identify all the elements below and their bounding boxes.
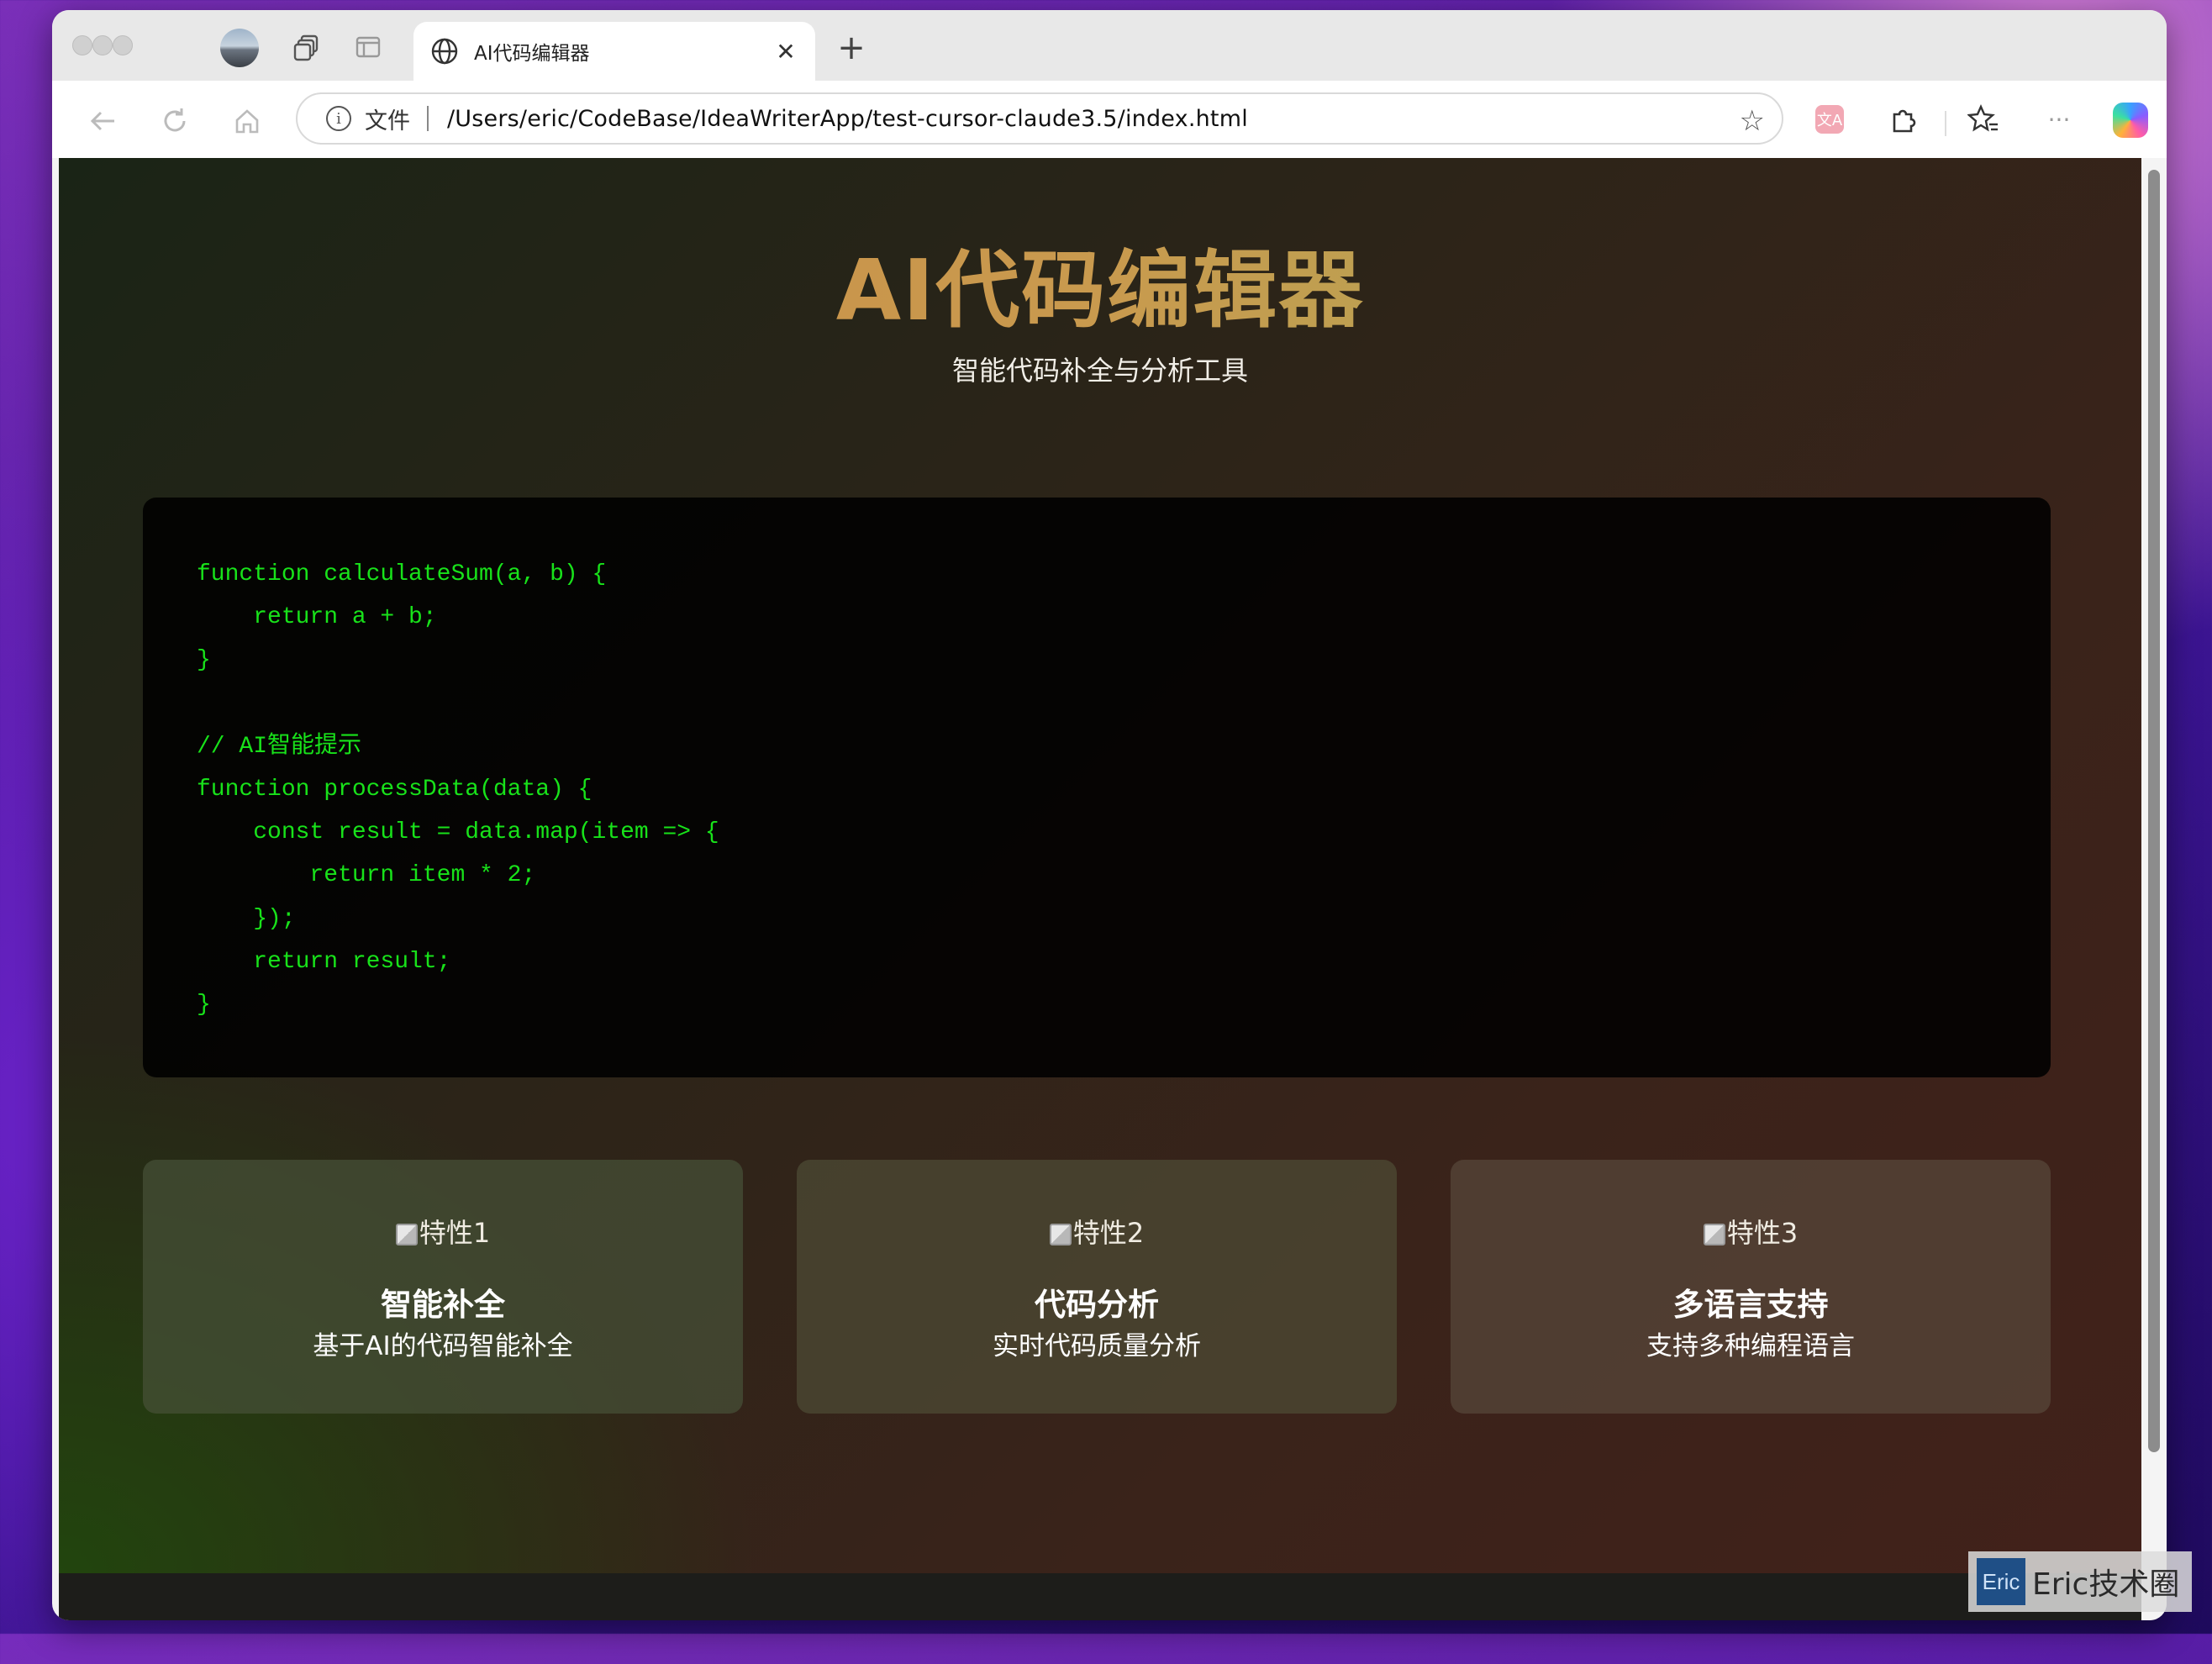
code-line: }); — [197, 905, 296, 932]
code-block: function calculateSum(a, b) { return a +… — [197, 553, 719, 1026]
info-icon[interactable]: i — [326, 106, 351, 131]
watermark: Eric Eric技术圈 — [1968, 1551, 2192, 1612]
toolbar-divider — [1945, 111, 1946, 136]
url-text[interactable]: /Users/eric/CodeBase/IdeaWriterApp/test-… — [447, 106, 1248, 132]
home-icon[interactable] — [227, 101, 267, 141]
tab-active[interactable]: AI代码编辑器 ✕ — [413, 22, 815, 81]
feature-description: 基于AI的代码智能补全 — [313, 1331, 573, 1361]
feature-card-completion: 特性1 智能补全 基于AI的代码智能补全 — [143, 1160, 743, 1414]
feature-image-alt: 特性1 — [419, 1217, 491, 1249]
feature-card-analysis: 特性2 代码分析 实时代码质量分析 — [797, 1160, 1397, 1414]
code-line: const result = data.map(item => { — [197, 819, 719, 846]
feature-image: 特性2 — [797, 1212, 1397, 1251]
feature-image: 特性1 — [143, 1212, 743, 1251]
code-line: function processData(data) { — [197, 776, 592, 803]
scrollbar-thumb[interactable] — [2148, 170, 2160, 1452]
code-line: // AI智能提示 — [197, 733, 362, 760]
new-tab-button[interactable]: + — [832, 29, 871, 67]
broken-image-icon — [395, 1224, 418, 1245]
close-window-button[interactable] — [72, 35, 92, 55]
page-footer-bar — [59, 1573, 2141, 1620]
refresh-icon[interactable] — [155, 101, 195, 141]
feature-card-languages: 特性3 多语言支持 支持多种编程语言 — [1451, 1160, 2051, 1414]
maximize-window-button[interactable] — [113, 35, 133, 55]
feature-title: 代码分析 — [1035, 1287, 1159, 1323]
code-line: } — [197, 647, 211, 674]
url-divider — [427, 106, 429, 131]
feature-image-alt: 特性3 — [1726, 1217, 1799, 1249]
tab-strip: AI代码编辑器 ✕ + — [52, 10, 2167, 81]
tab-title: AI代码编辑器 — [474, 43, 590, 65]
feature-title: 智能补全 — [381, 1287, 505, 1323]
page-title: AI代码编辑器 — [59, 222, 2141, 344]
page-viewport: AI代码编辑器 智能代码补全与分析工具 function calculateSu… — [59, 158, 2141, 1573]
broken-image-icon — [1049, 1224, 1072, 1245]
globe-icon — [431, 38, 458, 65]
more-options-icon[interactable]: ··· — [2037, 97, 2081, 141]
copilot-icon[interactable] — [2113, 103, 2148, 138]
feature-description: 实时代码质量分析 — [993, 1331, 1201, 1361]
code-line: return item * 2; — [197, 862, 536, 889]
code-line: return a + b; — [197, 604, 437, 631]
feature-title: 多语言支持 — [1672, 1287, 1829, 1323]
extensions-icon[interactable] — [1881, 97, 1925, 141]
feature-image: 特性3 — [1451, 1212, 2051, 1251]
back-arrow-icon[interactable] — [82, 101, 123, 141]
browser-toolbar: i 文件 /Users/eric/CodeBase/IdeaWriterApp/… — [52, 81, 2167, 158]
vertical-scrollbar[interactable] — [2141, 158, 2167, 1620]
feature-image-alt: 特性2 — [1072, 1217, 1145, 1249]
tab-actions-icon[interactable] — [350, 29, 387, 66]
page-subtitle: 智能代码补全与分析工具 — [951, 355, 1248, 387]
collections-icon[interactable] — [289, 29, 326, 66]
address-bar[interactable]: i 文件 /Users/eric/CodeBase/IdeaWriterApp/… — [296, 92, 1783, 145]
code-line: function calculateSum(a, b) { — [197, 561, 607, 587]
code-line: } — [197, 991, 211, 1018]
url-scheme-label: 文件 — [365, 108, 410, 134]
minimize-window-button[interactable] — [92, 35, 113, 55]
translate-icon[interactable]: 文A — [1815, 105, 1844, 134]
code-editor-panel[interactable]: function calculateSum(a, b) { return a +… — [143, 498, 2051, 1077]
watermark-text: Eric技术圈 — [2032, 1567, 2180, 1602]
close-tab-icon[interactable]: ✕ — [770, 35, 802, 67]
code-line: return result; — [197, 948, 451, 975]
browser-window: AI代码编辑器 ✕ + i 文件 /Users/eric/CodeBase/Id… — [52, 10, 2167, 1620]
watermark-logo: Eric — [1977, 1558, 2025, 1605]
feature-description: 支持多种编程语言 — [1646, 1331, 1855, 1361]
profile-avatar[interactable] — [220, 29, 259, 67]
favorite-star-icon[interactable]: ☆ — [1740, 104, 1765, 138]
broken-image-icon — [1703, 1224, 1725, 1245]
favorites-icon[interactable] — [1962, 97, 2005, 141]
